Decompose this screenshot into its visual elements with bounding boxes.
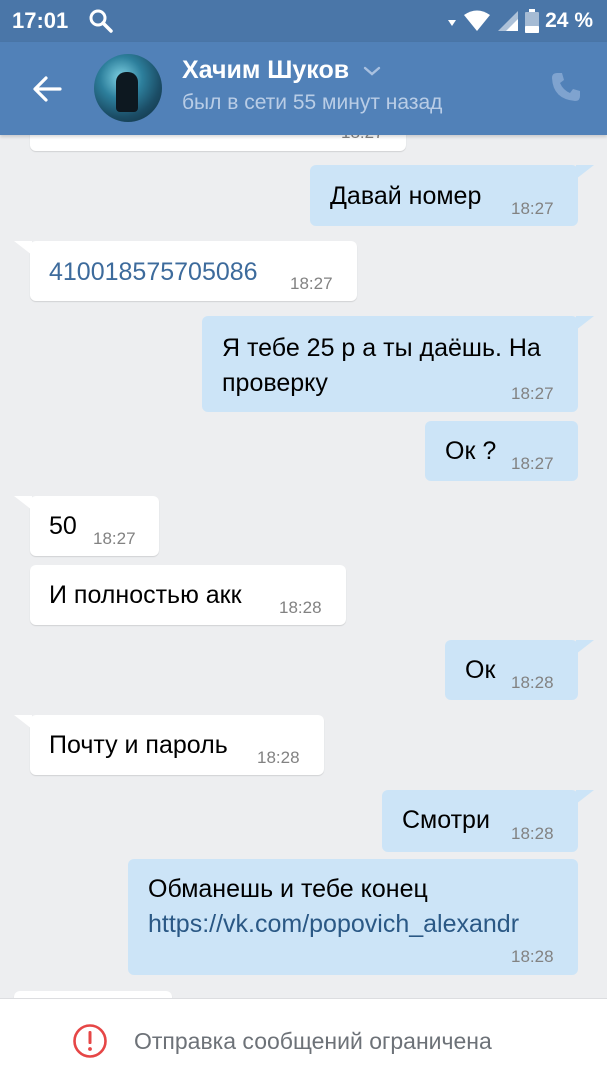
message-link[interactable]: https://vk.com/popovich_alexandr — [148, 910, 519, 939]
back-arrow-icon[interactable] — [30, 72, 64, 106]
message-text: Ок ? — [445, 437, 497, 465]
message-text: Ок — [465, 656, 496, 684]
restriction-notice: Отправка сообщений ограничена — [0, 998, 607, 1080]
message-time: 18:28 — [511, 673, 554, 692]
battery-percent: 24 % — [545, 9, 593, 32]
message-time: 18:27 — [290, 274, 333, 293]
message-time: 18:28 — [511, 947, 554, 966]
chat-header: Хачим Шуков был в сети 55 минут назад — [0, 42, 607, 135]
message-outgoing[interactable]: Я тебе 25 р а ты даёшь. На проверку 18:2… — [202, 316, 594, 412]
message-time: 18:27 — [511, 454, 554, 473]
message-incoming[interactable]: 410018575705086 18:27 — [14, 241, 357, 301]
message-list[interactable]: 18:27 Давай номер 18:27 410018575705086 … — [0, 135, 607, 998]
message-time: 18:27 — [93, 529, 136, 548]
chevron-down-icon[interactable] — [362, 64, 382, 78]
search-icon — [89, 9, 113, 33]
message-outgoing[interactable]: Обманешь и тебе конец https://vk.com/pop… — [128, 859, 578, 975]
message-outgoing[interactable]: Ок 18:28 — [445, 640, 594, 700]
message-incoming[interactable]: Почту и пароль 18:28 — [14, 715, 324, 775]
message-time: 18:28 — [279, 598, 322, 617]
message-text: 410018575705086 — [49, 258, 258, 286]
message-text-line1: Я тебе 25 р а ты даёшь. На — [222, 334, 541, 362]
avatar[interactable] — [94, 54, 162, 122]
clock: 17:01 — [12, 8, 69, 33]
message-time: 18:28 — [511, 824, 554, 843]
status-bar: 17:01 24 % — [0, 0, 607, 42]
message-incoming[interactable]: И полностью акк 18:28 — [30, 565, 346, 625]
warning-icon — [73, 1024, 107, 1058]
message-outgoing[interactable]: Давай номер 18:27 — [310, 165, 594, 226]
message-text: 50 — [49, 512, 77, 540]
message-incoming[interactable] — [14, 991, 172, 998]
contact-name[interactable]: Хачим Шуков — [182, 56, 349, 85]
message-outgoing[interactable]: Ок ? 18:27 — [425, 421, 578, 481]
message-time: 18:27 — [511, 384, 554, 403]
message-text: Давай номер — [330, 182, 482, 210]
message-text: Почту и пароль — [49, 731, 228, 759]
message-time: 18:27 — [341, 135, 384, 143]
message-outgoing[interactable]: Смотри 18:28 — [382, 790, 594, 852]
message-incoming[interactable]: 18:27 — [30, 135, 406, 151]
data-arrow-icon — [448, 20, 457, 26]
battery-icon — [525, 9, 540, 33]
message-time: 18:27 — [511, 199, 554, 218]
message-text: Смотри — [402, 806, 490, 834]
message-text: И полностью акк — [49, 581, 242, 609]
message-text-line2: проверку — [222, 369, 328, 397]
phone-icon[interactable] — [549, 70, 583, 104]
status-icons: 24 % — [447, 8, 593, 34]
message-text-line1: Обманешь и тебе конец — [148, 875, 428, 903]
wifi-icon — [464, 10, 491, 31]
message-incoming[interactable]: 50 18:27 — [14, 496, 159, 556]
last-seen-status: был в сети 55 минут назад — [182, 91, 443, 114]
message-time: 18:28 — [257, 748, 300, 767]
signal-icon — [498, 11, 519, 31]
notice-text: Отправка сообщений ограничена — [134, 1028, 492, 1054]
